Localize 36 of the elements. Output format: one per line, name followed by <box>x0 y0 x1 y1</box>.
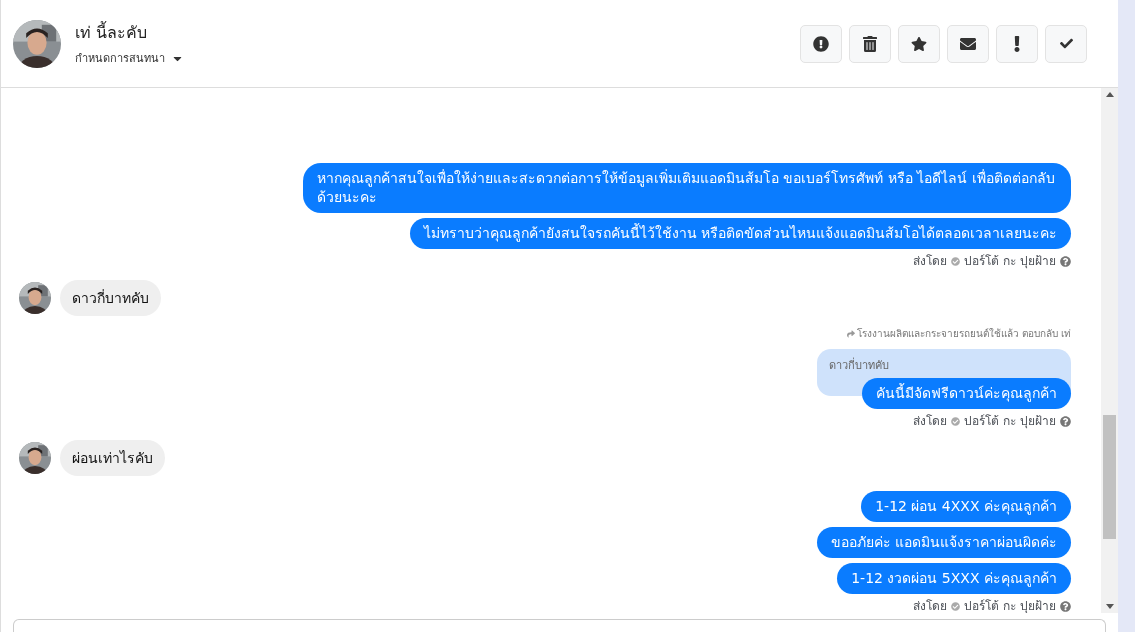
assign-dropdown[interactable]: กำหนดการสนทนา <box>75 49 184 67</box>
toolbar-button[interactable] <box>898 24 940 63</box>
sent-by-label: ส่งโดย <box>913 254 948 268</box>
scrollbar-thumb[interactable] <box>1103 415 1116 539</box>
message-input[interactable] <box>13 619 1106 632</box>
contact-name: เท่ นี้ละคับ <box>75 20 149 44</box>
toolbar-button[interactable] <box>849 24 891 63</box>
message-bubble: ไม่ทราบว่าคุณลูกค้ายังสนใจรถคันนี้ไว้ใช้งาน หรือติดขัดส่วนไหนแจ้งแอดมินส้มโอได้ตลอดเวลาเลยนะคะ <box>409 218 1071 249</box>
alert-icon <box>813 35 829 52</box>
star-icon <box>911 35 927 52</box>
toolbar-button[interactable] <box>947 24 989 63</box>
help-icon <box>1060 415 1071 427</box>
help-icon <box>1060 255 1071 267</box>
trash-icon <box>862 35 878 52</box>
reply-icon <box>846 329 855 338</box>
message-bubble: ดาวกี่บาทคับ <box>60 280 161 316</box>
help-icon <box>1060 600 1071 612</box>
message-bubble: ขออภัยค่ะ แอดมินแจ้งราคาผ่อนผิดค่ะ <box>816 527 1071 558</box>
reply-context: โรงงานผลิตและกระจายรถยนต์ใช้แล้ว ตอบกลับ เท่ <box>856 327 1071 341</box>
scroll-down-icon[interactable] <box>1105 604 1114 609</box>
scroll-up-icon[interactable] <box>1105 92 1114 97</box>
check-icon <box>1059 37 1073 50</box>
envelope-icon <box>960 35 976 52</box>
sender-name: ปอร์โต้ กะ ปุยฝ้าย <box>964 254 1056 268</box>
sent-by-label: ส่งโดย <box>913 414 948 428</box>
toolbar-button[interactable] <box>1045 24 1087 63</box>
message-bubble: หากคุณลูกค้าสนใจเพื่อให้ง่ายและสะดวกต่อการให้ข้อมูลเพิ่มเติมแอดมินส้มโอ ขอเบอร์โทรศัพท์ หรือ ไอดีไลน์ เพื่อติดต่อกลับด้วยนะคะ <box>303 163 1071 213</box>
message-bubble: คันนี้มีจัดฟรีดาวน์ค่ะคุณลูกค้า <box>862 378 1071 409</box>
sender-name: ปอร์โต้ กะ ปุยฝ้าย <box>964 414 1056 428</box>
message-bubble: 1-12 ผ่อน 4XXX ค่ะคุณลูกค้า <box>861 491 1071 522</box>
toolbar-button[interactable] <box>996 24 1038 63</box>
message-bubble: ผ่อนเท่าไรคับ <box>60 440 165 476</box>
sent-by-label: ส่งโดย <box>913 599 948 613</box>
sender-name: ปอร์โต้ กะ ปุยฝ้าย <box>964 599 1056 613</box>
message-bubble: 1-12 งวดผ่อน 5XXX ค่ะคุณลูกค้า <box>837 563 1071 594</box>
toolbar-button[interactable] <box>800 24 842 63</box>
